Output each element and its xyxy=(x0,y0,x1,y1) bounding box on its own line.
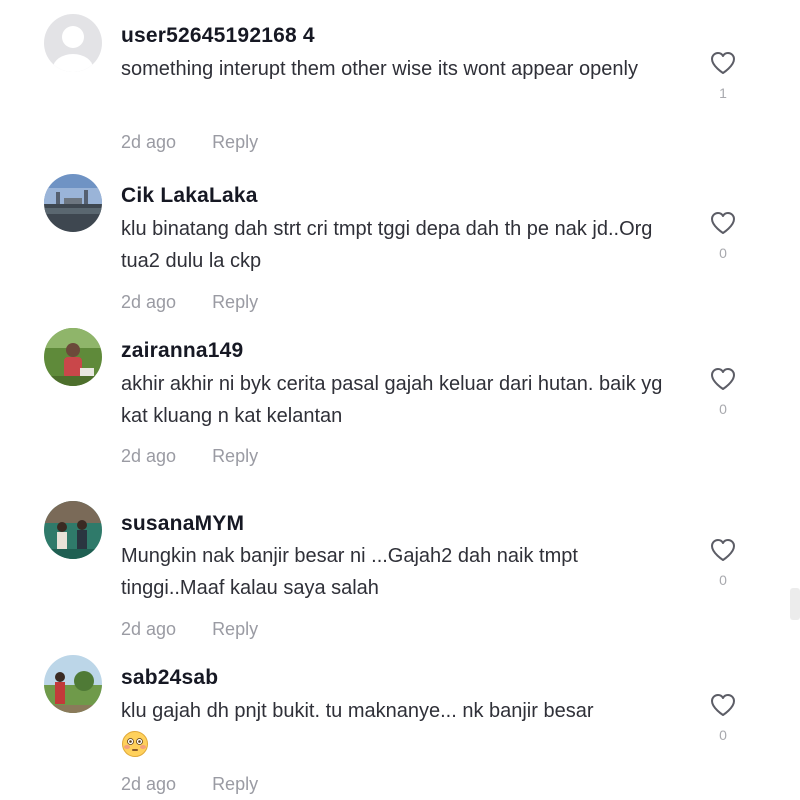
avatar[interactable] xyxy=(44,174,102,232)
reply-button[interactable]: Reply xyxy=(212,292,258,312)
person-avatar-icon xyxy=(44,328,102,386)
comment-text: Mungkin nak banjir besar ni ...Gajah2 da… xyxy=(121,545,578,599)
like-count: 0 xyxy=(719,572,727,588)
like-control: 1 xyxy=(704,51,742,101)
group-avatar-icon xyxy=(44,501,102,559)
heart-icon[interactable] xyxy=(710,367,736,391)
reply-button[interactable]: Reply xyxy=(212,619,258,639)
like-count: 0 xyxy=(719,245,727,261)
like-count: 0 xyxy=(719,401,727,417)
comment-text: klu gajah dh pnjt bukit. tu maknanye... … xyxy=(121,695,681,759)
reply-button[interactable]: Reply xyxy=(212,774,258,794)
username[interactable]: zairanna149 xyxy=(121,339,243,363)
comment-meta: 2d ago Reply xyxy=(121,619,258,640)
like-count: 0 xyxy=(719,727,727,743)
avatar[interactable] xyxy=(44,14,102,72)
landscape-avatar-icon xyxy=(44,174,102,232)
heart-icon[interactable] xyxy=(710,538,736,562)
comment-text: akhir akhir ni byk cerita pasal gajah ke… xyxy=(121,373,663,427)
avatar[interactable] xyxy=(44,655,102,713)
timestamp: 2d ago xyxy=(121,619,177,639)
default-avatar-icon xyxy=(44,14,102,72)
like-control: 0 xyxy=(704,538,742,588)
timestamp: 2d ago xyxy=(121,292,177,312)
timestamp: 2d ago xyxy=(121,446,177,466)
comment-meta: 2d ago Reply xyxy=(121,132,258,153)
reply-button[interactable]: Reply xyxy=(212,132,258,152)
like-control: 0 xyxy=(704,367,742,417)
comment-meta: 2d ago Reply xyxy=(121,446,258,467)
comment-meta: 2d ago Reply xyxy=(121,292,258,313)
avatar[interactable] xyxy=(44,328,102,386)
username[interactable]: user52645192168 4 xyxy=(121,24,315,48)
comment-text-body: klu gajah dh pnjt bukit. tu maknanye... … xyxy=(121,700,594,722)
comment-text: klu binatang dah strt cri tmpt tggi depa… xyxy=(121,218,653,272)
reply-button[interactable]: Reply xyxy=(212,446,258,466)
like-count: 1 xyxy=(719,85,727,101)
heart-icon[interactable] xyxy=(710,51,736,75)
scrollbar[interactable] xyxy=(790,588,800,620)
timestamp: 2d ago xyxy=(121,774,177,794)
heart-icon[interactable] xyxy=(710,211,736,235)
username[interactable]: sab24sab xyxy=(121,666,218,690)
outdoor-avatar-icon xyxy=(44,655,102,713)
avatar[interactable] xyxy=(44,501,102,559)
heart-icon[interactable] xyxy=(710,693,736,717)
flushed-face-emoji-icon xyxy=(122,730,148,757)
like-control: 0 xyxy=(704,693,742,743)
comment-meta: 2d ago Reply xyxy=(121,774,258,795)
username[interactable]: Cik LakaLaka xyxy=(121,184,258,208)
username[interactable]: susanaMYM xyxy=(121,512,244,536)
comment-text: something interupt them other wise its w… xyxy=(121,58,638,80)
like-control: 0 xyxy=(704,211,742,261)
timestamp: 2d ago xyxy=(121,132,177,152)
